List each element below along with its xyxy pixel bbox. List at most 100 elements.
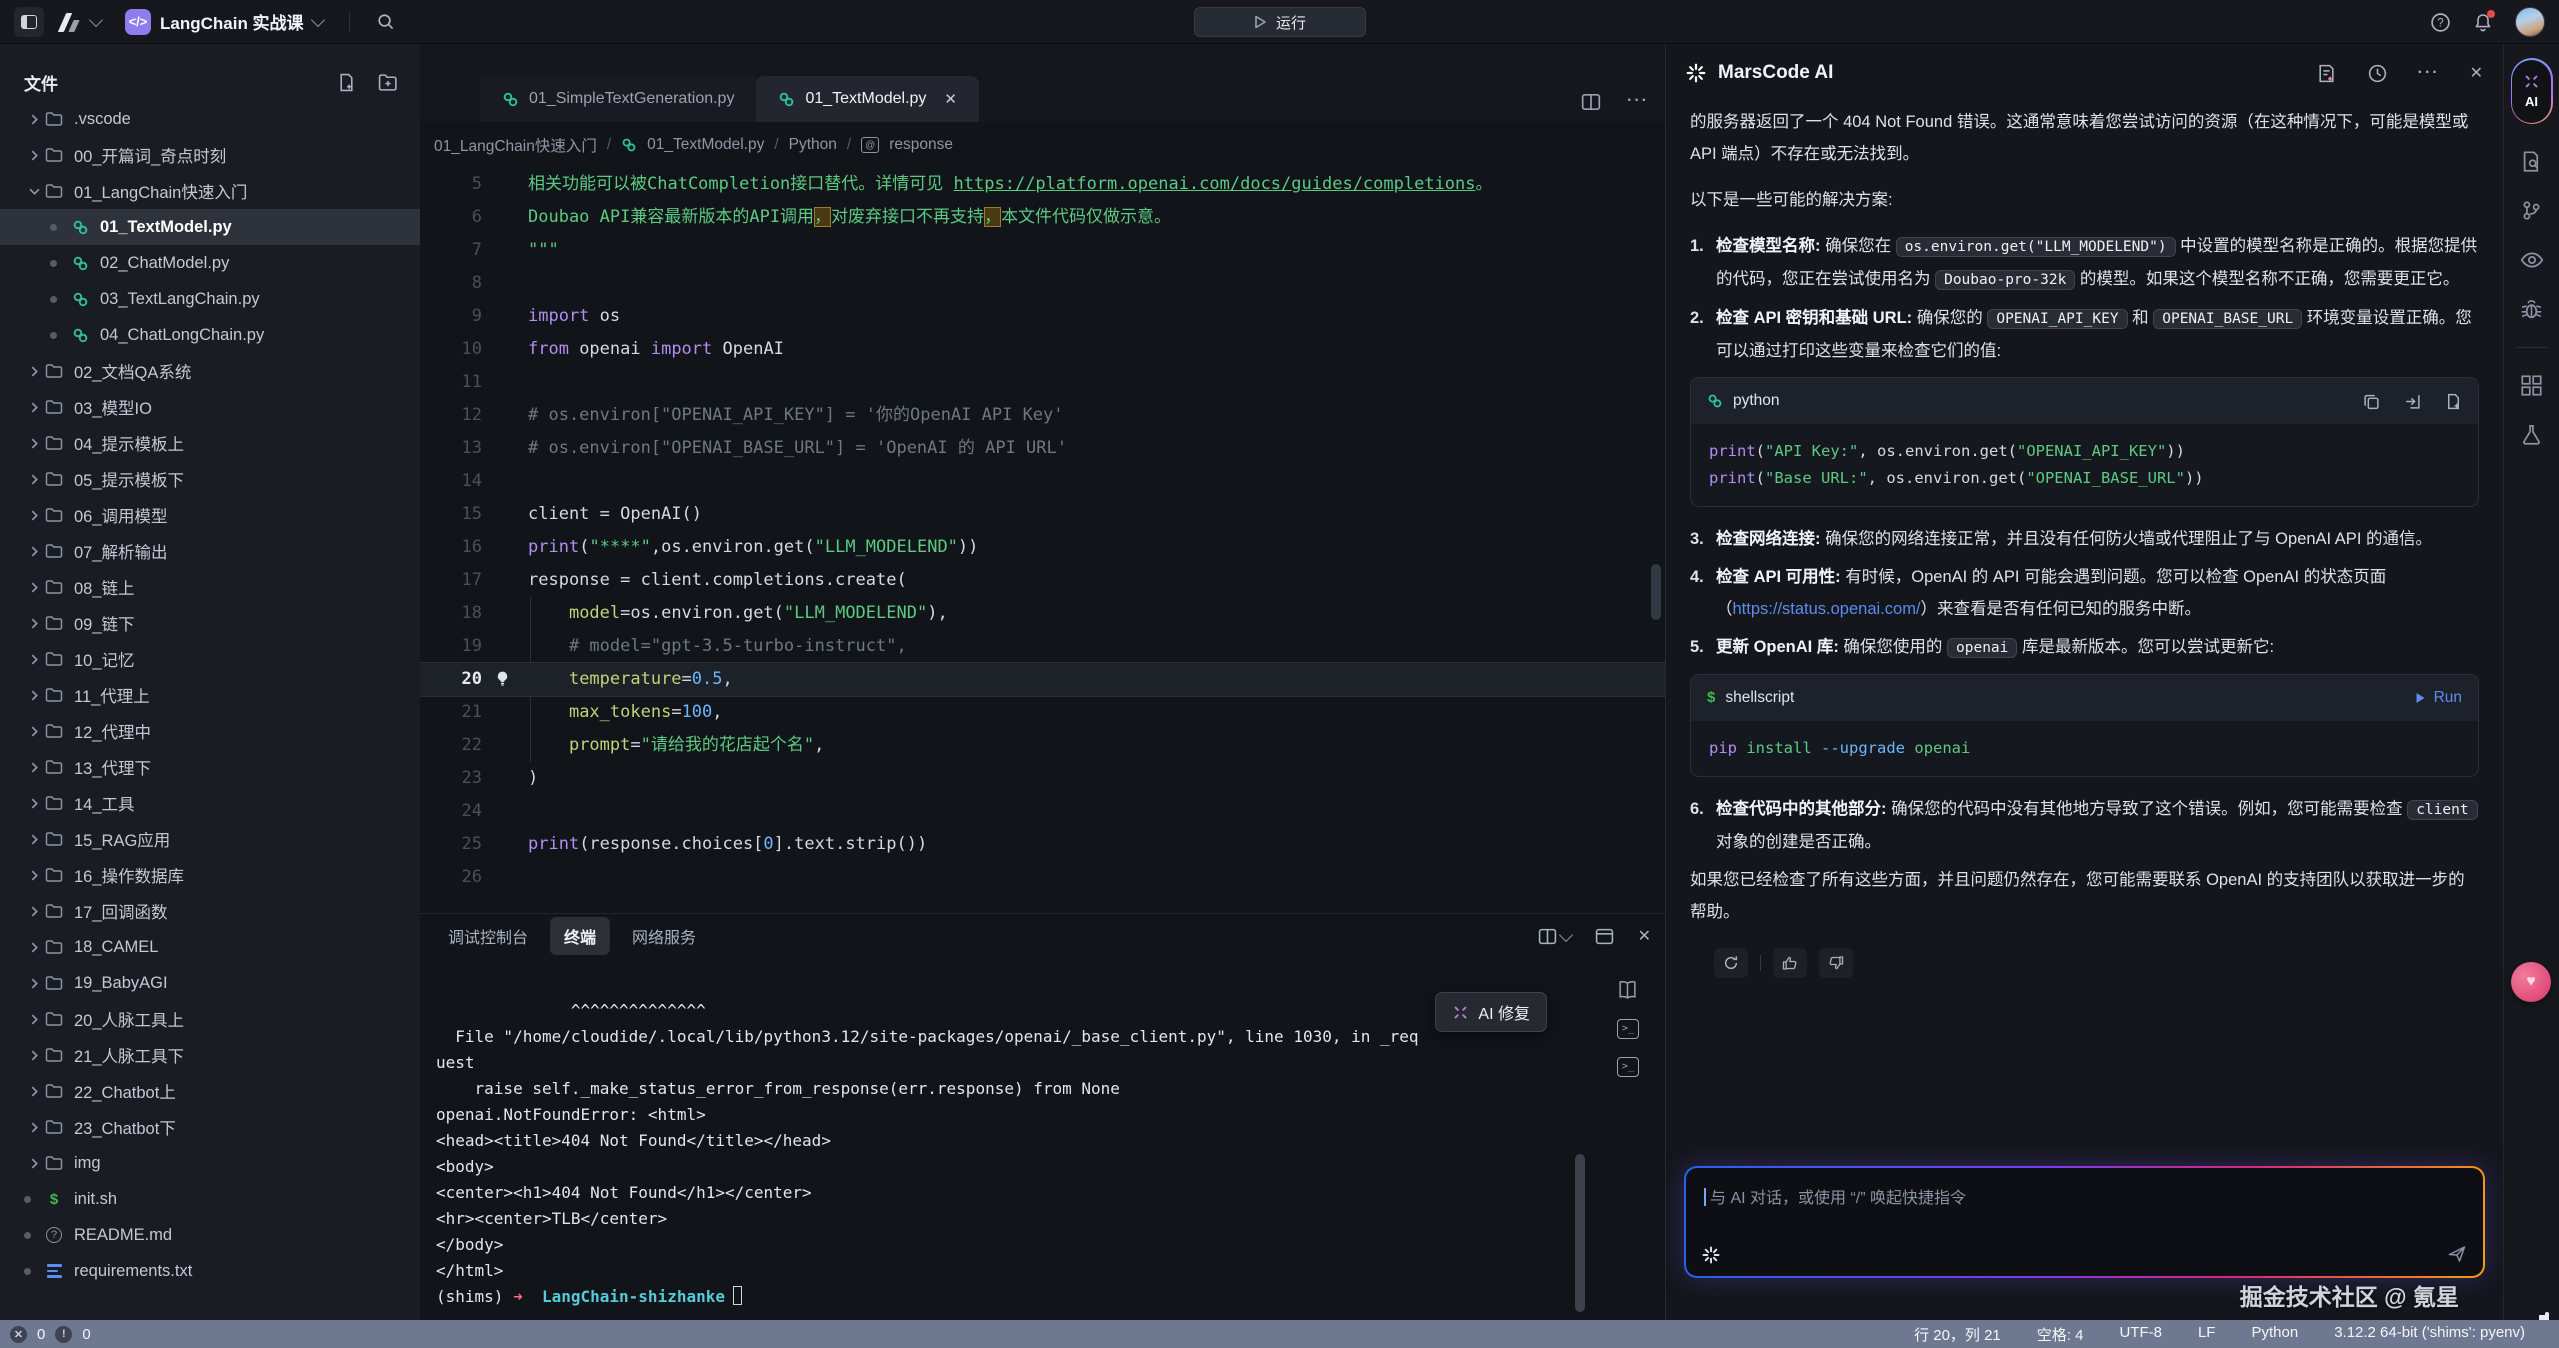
insert-code-icon[interactable] (2404, 393, 2421, 410)
history-icon[interactable] (2367, 63, 2388, 84)
code-line-6[interactable]: 6Doubao API兼容最新版本的API调用，对废弃接口不再支持，本文件代码仅… (420, 201, 1665, 234)
folder-row-07_解析输出[interactable]: 07_解析输出 (0, 533, 420, 569)
file-row-init.sh[interactable]: $init.sh (0, 1181, 420, 1217)
code-line-23[interactable]: 23) (420, 762, 1665, 795)
close-tab-icon[interactable]: ✕ (944, 90, 957, 108)
lightbulb-icon[interactable] (494, 670, 511, 687)
folder-row-00_开篇词_奇点时刻[interactable]: 00_开篇词_奇点时刻 (0, 137, 420, 173)
new-chat-icon[interactable] (2316, 63, 2337, 84)
folder-row-02_文档QA系统[interactable]: 02_文档QA系统 (0, 353, 420, 389)
avatar[interactable] (2515, 7, 2545, 37)
chevron-down-icon[interactable] (89, 12, 103, 26)
folder-row-09_链下[interactable]: 09_链下 (0, 605, 420, 641)
folder-row-13_代理下[interactable]: 13_代理下 (0, 749, 420, 785)
folder-row-12_代理中[interactable]: 12_代理中 (0, 713, 420, 749)
code-line-17[interactable]: 17response = client.completions.create( (420, 564, 1665, 597)
regenerate-button[interactable] (1714, 948, 1748, 978)
run-code-button[interactable]: Run (2415, 682, 2462, 714)
code-line-21[interactable]: 21 max_tokens=100, (420, 696, 1665, 729)
search-icon[interactable] (376, 12, 395, 31)
new-terminal-icon[interactable]: >_ (1617, 1019, 1639, 1039)
folder-row-img[interactable]: img (0, 1145, 420, 1181)
code-line-9[interactable]: 9import os (420, 300, 1665, 333)
folder-row-04_提示模板上[interactable]: 04_提示模板上 (0, 425, 420, 461)
tab-network-service[interactable]: 网络服务 (618, 917, 710, 955)
folder-row-19_BabyAGI[interactable]: 19_BabyAGI (0, 965, 420, 1001)
thumbs-up-button[interactable] (1773, 948, 1807, 978)
tab-01-simpletextgeneration[interactable]: 01_SimpleTextGeneration.py (480, 76, 756, 122)
folder-row-22_Chatbot上[interactable]: 22_Chatbot上 (0, 1073, 420, 1109)
folder-row-17_回调函数[interactable]: 17_回调函数 (0, 893, 420, 929)
code-line-16[interactable]: 16print("****",os.environ.get("LLM_MODEL… (420, 531, 1665, 564)
tab-terminal[interactable]: 终端 (550, 917, 610, 955)
folder-row-21_人脉工具下[interactable]: 21_人脉工具下 (0, 1037, 420, 1073)
code-line-25[interactable]: 25print(response.choices[0].text.strip()… (420, 828, 1665, 861)
eol[interactable]: LF (2198, 1324, 2216, 1345)
language-mode[interactable]: Python (2251, 1324, 2298, 1345)
extensions-grid-icon[interactable] (2520, 374, 2543, 397)
tab-01-textmodel[interactable]: 01_TextModel.py ✕ (756, 76, 979, 122)
split-editor-icon[interactable] (1581, 92, 1601, 112)
code-line-24[interactable]: 24 (420, 795, 1665, 828)
code-line-14[interactable]: 14 (420, 465, 1665, 498)
code-line-11[interactable]: 11 (420, 366, 1665, 399)
code-line-19[interactable]: 19 # model="gpt-3.5-turbo-instruct", (420, 630, 1665, 663)
folder-row-03_模型IO[interactable]: 03_模型IO (0, 389, 420, 425)
new-file-from-code-icon[interactable] (2445, 393, 2462, 410)
lab-flask-icon[interactable] (2520, 423, 2543, 446)
new-folder-icon[interactable] (378, 73, 398, 92)
run-button[interactable]: 运行 (1194, 7, 1366, 37)
code-line-26[interactable]: 26 (420, 861, 1665, 894)
output-book-icon[interactable] (1617, 980, 1638, 1001)
code-line-12[interactable]: 12# os.environ["OPENAI_API_KEY"] = '你的Op… (420, 399, 1665, 432)
file-row-03_TextLangChain.py[interactable]: 03_TextLangChain.py (0, 281, 420, 317)
folder-row-20_人脉工具上[interactable]: 20_人脉工具上 (0, 1001, 420, 1037)
debug-bug-icon[interactable] (2520, 298, 2543, 321)
project-switcher[interactable]: </> LangChain 实战课 (125, 9, 323, 35)
folder-row-23_Chatbot下[interactable]: 23_Chatbot下 (0, 1109, 420, 1145)
more-options-icon[interactable]: ··· (2418, 64, 2440, 82)
code-line-8[interactable]: 8 (420, 267, 1665, 300)
chat-input[interactable]: 与 AI 对话，或使用 “/” 唤起快捷指令 (1686, 1168, 2483, 1276)
code-editor[interactable]: 5相关功能可以被ChatCompletion接口替代。详情可见 https://… (420, 168, 1665, 913)
send-icon[interactable] (2447, 1244, 2467, 1264)
folder-row-10_记忆[interactable]: 10_记忆 (0, 641, 420, 677)
folder-row-15_RAG应用[interactable]: 15_RAG应用 (0, 821, 420, 857)
close-panel-icon[interactable]: ✕ (1638, 926, 1651, 946)
marscode-spark-icon[interactable] (1702, 1246, 1720, 1264)
code-line-5[interactable]: 5相关功能可以被ChatCompletion接口替代。详情可见 https://… (420, 168, 1665, 201)
notifications-bell-icon[interactable] (2473, 12, 2493, 33)
file-row-02_ChatModel.py[interactable]: 02_ChatModel.py (0, 245, 420, 281)
file-row-README.md[interactable]: ?README.md (0, 1217, 420, 1253)
breadcrumb[interactable]: 01_LangChain快速入门/ 01_TextModel.py/ Pytho… (420, 122, 1665, 168)
code-line-7[interactable]: 7""" (420, 234, 1665, 267)
maximize-panel-icon[interactable] (1595, 927, 1614, 946)
split-terminal-icon[interactable] (1538, 927, 1571, 946)
editor-scrollbar[interactable] (1651, 564, 1661, 620)
folder-row-06_调用模型[interactable]: 06_调用模型 (0, 497, 420, 533)
tab-debug-console[interactable]: 调试控制台 (434, 917, 542, 955)
preview-eye-icon[interactable] (2520, 248, 2544, 272)
encoding[interactable]: UTF-8 (2119, 1324, 2162, 1345)
link[interactable]: https://status.openai.com/ (1733, 600, 1921, 618)
folder-row-05_提示模板下[interactable]: 05_提示模板下 (0, 461, 420, 497)
problems-indicator[interactable]: ✕ 0 ! 0 (0, 1326, 91, 1343)
code-line-20[interactable]: 20 temperature=0.5, (420, 663, 1665, 696)
folder-row-01_LangChain快速入门[interactable]: 01_LangChain快速入门 (0, 173, 420, 209)
file-row-requirements.txt[interactable]: requirements.txt (0, 1253, 420, 1289)
more-actions-icon[interactable]: ··· (1627, 92, 1649, 112)
folder-row-08_链上[interactable]: 08_链上 (0, 569, 420, 605)
file-row-04_ChatLongChain.py[interactable]: 04_ChatLongChain.py (0, 317, 420, 353)
terminal-output[interactable]: ^^^^^^^^^^^^^^ File "/home/cloudide/.loc… (436, 998, 1419, 1310)
thumbs-down-button[interactable] (1819, 948, 1853, 978)
folder-row-16_操作数据库[interactable]: 16_操作数据库 (0, 857, 420, 893)
python-interpreter[interactable]: 3.12.2 64-bit ('shims': pyenv) (2334, 1324, 2525, 1345)
cursor-position[interactable]: 行 20，列 21 (1914, 1324, 2001, 1345)
copy-icon[interactable] (2363, 393, 2380, 410)
promo-badge[interactable]: ♥ (2511, 962, 2551, 1002)
ai-fix-button[interactable]: AI 修复 (1435, 992, 1547, 1032)
sidebar-toggle-button[interactable] (14, 7, 44, 37)
file-search-icon[interactable] (2520, 150, 2543, 173)
code-line-13[interactable]: 13# os.environ["OPENAI_BASE_URL"] = 'Ope… (420, 432, 1665, 465)
help-icon[interactable]: ? (2430, 12, 2451, 33)
